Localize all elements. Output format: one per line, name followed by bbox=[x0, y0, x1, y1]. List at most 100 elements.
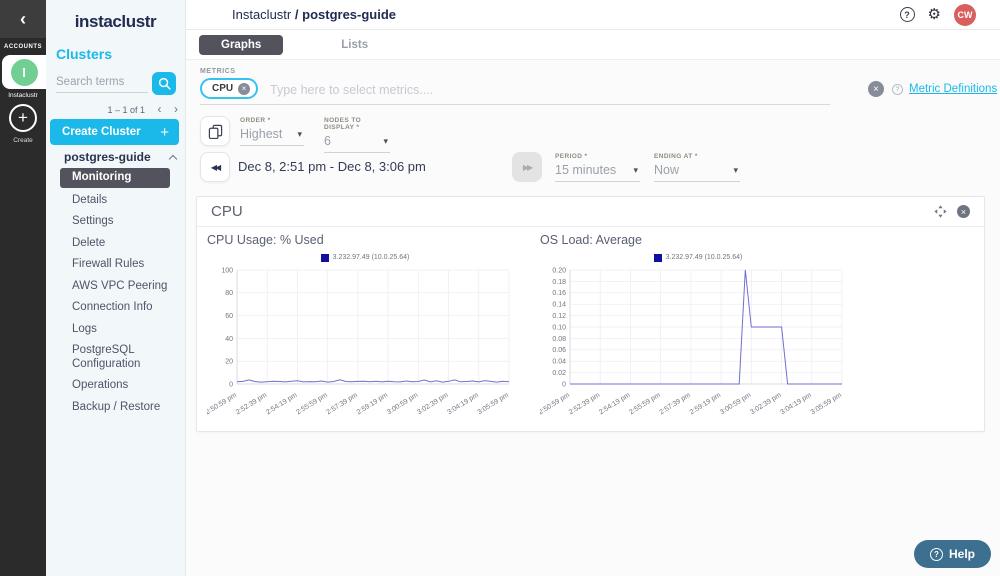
user-avatar[interactable]: CW bbox=[954, 4, 976, 26]
monitoring-content: METRICS CPU × Type here to select metric… bbox=[186, 60, 1000, 576]
svg-text:20: 20 bbox=[225, 359, 233, 366]
question-icon: ? bbox=[930, 548, 943, 561]
account-name: Instaclustr bbox=[0, 92, 46, 99]
svg-text:3:02:39 pm: 3:02:39 pm bbox=[749, 392, 783, 417]
sidebar-item-aws-vpc-peering[interactable]: AWS VPC Peering bbox=[46, 278, 172, 296]
move-card-icon[interactable] bbox=[934, 205, 947, 218]
sidebar-item-details[interactable]: Details bbox=[46, 192, 172, 210]
copy-graphs-button[interactable] bbox=[200, 116, 230, 146]
svg-text:3:00:59 pm: 3:00:59 pm bbox=[386, 392, 420, 417]
back-chevron-icon: ‹ bbox=[20, 9, 26, 30]
sidebar-item-logs[interactable]: Logs bbox=[46, 321, 172, 339]
pagination-prev-icon[interactable]: ‹ bbox=[157, 102, 161, 116]
help-button[interactable]: ? Help bbox=[914, 540, 991, 568]
svg-text:2:59:19 pm: 2:59:19 pm bbox=[689, 392, 723, 417]
plus-icon: + bbox=[160, 124, 169, 141]
create-account-label: Create bbox=[0, 137, 46, 144]
breadcrumb-root[interactable]: Instaclustr bbox=[232, 7, 291, 22]
period-field: PERIOD * 15 minutes ▾ bbox=[555, 153, 640, 182]
nodes-value: 6 bbox=[324, 134, 331, 148]
remove-chip-icon[interactable]: × bbox=[238, 83, 250, 95]
clusters-heading: Clusters bbox=[56, 46, 185, 62]
sidebar-item-postgresql-configuration[interactable]: PostgreSQL Configuration bbox=[46, 342, 172, 373]
tab-strip: Graphs Lists bbox=[186, 30, 1000, 60]
metrics-input-underline bbox=[200, 104, 830, 105]
tab-graphs[interactable]: Graphs bbox=[199, 35, 283, 55]
card-actions: × bbox=[934, 205, 970, 218]
card-header: CPU × bbox=[197, 197, 984, 227]
svg-text:0: 0 bbox=[229, 381, 233, 388]
account-tile-instaclustr[interactable]: I bbox=[2, 55, 46, 89]
svg-text:2:50:59 pm: 2:50:59 pm bbox=[540, 392, 571, 417]
svg-text:3:02:39 pm: 3:02:39 pm bbox=[416, 392, 450, 417]
svg-text:0.12: 0.12 bbox=[552, 313, 566, 320]
svg-text:3:05:59 pm: 3:05:59 pm bbox=[810, 392, 844, 417]
svg-text:2:57:39 pm: 2:57:39 pm bbox=[659, 392, 693, 417]
metric-chip-cpu[interactable]: CPU × bbox=[200, 78, 258, 99]
create-cluster-button[interactable]: Create Cluster + bbox=[50, 119, 179, 145]
search-input[interactable] bbox=[56, 72, 148, 93]
clear-metrics-icon[interactable]: × bbox=[868, 81, 884, 97]
sidebar-item-delete[interactable]: Delete bbox=[46, 235, 172, 253]
svg-text:0.04: 0.04 bbox=[552, 359, 566, 366]
sidebar-item-monitoring[interactable]: Monitoring bbox=[60, 168, 170, 188]
card-title: CPU bbox=[211, 203, 243, 220]
time-back-button[interactable]: ◀◀ bbox=[200, 152, 230, 182]
ending-at-select[interactable]: Now ▾ bbox=[654, 160, 740, 182]
svg-text:3:00:59 pm: 3:00:59 pm bbox=[719, 392, 753, 417]
question-glyph: ? bbox=[904, 10, 910, 20]
svg-text:0.16: 0.16 bbox=[552, 290, 566, 297]
search-icon bbox=[158, 77, 171, 90]
collapse-sidebar-button[interactable]: ‹ bbox=[0, 0, 46, 38]
cluster-search bbox=[56, 72, 176, 93]
copy-icon bbox=[208, 124, 223, 139]
svg-text:3:05:59 pm: 3:05:59 pm bbox=[477, 392, 511, 417]
gear-icon[interactable]: ⚙ bbox=[928, 7, 941, 22]
legend-label: 3.232.97.49 (10.0.25.64) bbox=[666, 254, 743, 261]
chevron-down-icon: ▾ bbox=[733, 165, 738, 176]
date-range-text[interactable]: Dec 8, 2:51 pm - Dec 8, 3:06 pm bbox=[238, 152, 426, 182]
nodes-label: NODES TO DISPLAY * bbox=[324, 117, 390, 131]
pagination-next-icon[interactable]: › bbox=[174, 102, 178, 116]
sidebar-item-operations[interactable]: Operations bbox=[46, 377, 172, 395]
help-icon[interactable]: ? bbox=[900, 7, 915, 22]
svg-text:2:54:19 pm: 2:54:19 pm bbox=[598, 392, 632, 417]
svg-text:2:54:19 pm: 2:54:19 pm bbox=[265, 392, 299, 417]
cluster-group-postgres-guide[interactable]: postgres-guide bbox=[64, 150, 176, 164]
pagination: 1 – 1 of 1 ‹ › bbox=[46, 102, 178, 116]
cluster-name: postgres-guide bbox=[64, 150, 151, 164]
period-select[interactable]: 15 minutes ▾ bbox=[555, 160, 640, 182]
svg-text:2:57:39 pm: 2:57:39 pm bbox=[326, 392, 360, 417]
svg-text:0: 0 bbox=[562, 381, 566, 388]
create-cluster-label: Create Cluster bbox=[62, 126, 141, 138]
rewind-icon: ◀◀ bbox=[211, 163, 219, 172]
close-card-icon[interactable]: × bbox=[957, 205, 970, 218]
ending-at-field: ENDING AT * Now ▾ bbox=[654, 153, 740, 182]
metrics-input[interactable]: Type here to select metrics.... bbox=[270, 83, 433, 97]
svg-text:3:04:19 pm: 3:04:19 pm bbox=[779, 392, 813, 417]
tab-lists[interactable]: Lists bbox=[323, 35, 386, 55]
sidebar-item-settings[interactable]: Settings bbox=[46, 213, 172, 231]
svg-text:2:52:39 pm: 2:52:39 pm bbox=[568, 392, 602, 417]
breadcrumb-separator: / bbox=[295, 7, 299, 22]
sidebar-item-connection-info[interactable]: Connection Info bbox=[46, 299, 172, 317]
legend-swatch bbox=[321, 254, 329, 262]
help-button-label: Help bbox=[949, 547, 975, 561]
nodes-field: NODES TO DISPLAY * 6 ▾ bbox=[324, 117, 390, 153]
time-forward-button[interactable]: ▶▶ bbox=[512, 152, 542, 182]
question-glyph: ? bbox=[934, 550, 939, 559]
chart-title: OS Load: Average bbox=[540, 233, 856, 251]
search-button[interactable] bbox=[152, 72, 176, 95]
metric-definitions-link[interactable]: Metric Definitions bbox=[909, 83, 997, 95]
cluster-sidebar: instaclustr Clusters 1 – 1 of 1 ‹ › Crea… bbox=[46, 0, 186, 576]
chevron-down-icon: ▾ bbox=[297, 129, 302, 140]
create-account-button[interactable]: + bbox=[9, 104, 37, 132]
cpu-metric-card: CPU × bbox=[196, 196, 985, 432]
sidebar-item-backup-restore[interactable]: Backup / Restore bbox=[46, 399, 172, 417]
svg-text:0.02: 0.02 bbox=[552, 370, 566, 377]
line-chart: 00.020.040.060.080.100.120.140.160.180.2… bbox=[540, 264, 856, 422]
nodes-select[interactable]: 6 ▾ bbox=[324, 131, 390, 153]
order-select[interactable]: Highest ▾ bbox=[240, 124, 304, 146]
sidebar-item-firewall-rules[interactable]: Firewall Rules bbox=[46, 256, 172, 274]
svg-text:0.18: 0.18 bbox=[552, 279, 566, 286]
